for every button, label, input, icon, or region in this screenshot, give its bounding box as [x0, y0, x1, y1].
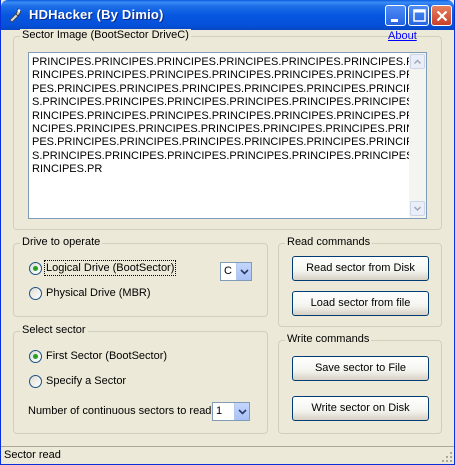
- sectors-dropdown-button[interactable]: [234, 403, 249, 420]
- vertical-scrollbar[interactable]: [409, 53, 426, 218]
- resize-grip-icon[interactable]: [441, 451, 453, 463]
- read-commands-group-label: Read commands: [285, 236, 373, 248]
- chevron-up-icon: [413, 59, 422, 65]
- load-sector-file-button[interactable]: Load sector from file: [292, 291, 429, 316]
- continuous-sectors-select[interactable]: 1: [212, 402, 250, 421]
- maximize-icon: [413, 9, 426, 22]
- physical-drive-label[interactable]: Physical Drive (MBR): [46, 287, 151, 299]
- logical-drive-radio[interactable]: [29, 262, 42, 275]
- continuous-sectors-value: 1: [216, 405, 223, 417]
- chevron-down-icon: [238, 409, 247, 415]
- sector-image-group-label: Sector Image (BootSector DriveC): [20, 29, 191, 41]
- drive-letter-select[interactable]: C: [220, 262, 252, 281]
- maximize-button[interactable]: [408, 5, 429, 26]
- minimize-icon: [391, 19, 398, 22]
- scroll-down-button[interactable]: [410, 201, 425, 216]
- drive-letter-value: C: [224, 265, 232, 277]
- close-button[interactable]: [431, 5, 452, 26]
- specify-sector-label[interactable]: Specify a Sector: [46, 375, 126, 387]
- drive-group-label: Drive to operate: [20, 236, 103, 248]
- app-window: HDHacker (By Dimio) Sector Image (BootSe…: [0, 0, 455, 465]
- specify-sector-radio[interactable]: [29, 375, 42, 388]
- physical-drive-radio[interactable]: [29, 287, 42, 300]
- close-icon: [436, 10, 448, 22]
- window-title: HDHacker (By Dimio): [29, 7, 164, 22]
- tool-icon: [9, 8, 22, 23]
- drive-dropdown-button[interactable]: [236, 263, 251, 280]
- select-sector-group-label: Select sector: [20, 324, 88, 336]
- chevron-down-icon: [413, 206, 422, 212]
- continuous-sectors-label: Number of continuous sectors to read: [28, 405, 212, 417]
- save-sector-file-button[interactable]: Save sector to File: [292, 356, 429, 381]
- minimize-button[interactable]: [385, 5, 406, 26]
- title-bar[interactable]: HDHacker (By Dimio): [1, 0, 454, 30]
- status-text: Sector read: [4, 449, 61, 461]
- read-sector-disk-button[interactable]: Read sector from Disk: [292, 256, 429, 281]
- write-commands-group-label: Write commands: [285, 333, 372, 345]
- about-link[interactable]: About: [388, 30, 417, 42]
- write-sector-disk-button[interactable]: Write sector on Disk: [292, 396, 429, 421]
- first-sector-radio[interactable]: [29, 350, 42, 363]
- logical-drive-label[interactable]: Logical Drive (BootSector): [43, 260, 177, 276]
- sector-content-textarea[interactable]: PRINCIPES.PRINCIPES.PRINCIPES.PRINCIPES.…: [28, 52, 427, 219]
- scroll-up-button[interactable]: [410, 54, 425, 69]
- first-sector-label[interactable]: First Sector (BootSector): [46, 350, 167, 362]
- status-bar: Sector read: [1, 446, 454, 464]
- sector-content-text: PRINCIPES.PRINCIPES.PRINCIPES.PRINCIPES.…: [32, 56, 409, 176]
- chevron-down-icon: [240, 269, 249, 275]
